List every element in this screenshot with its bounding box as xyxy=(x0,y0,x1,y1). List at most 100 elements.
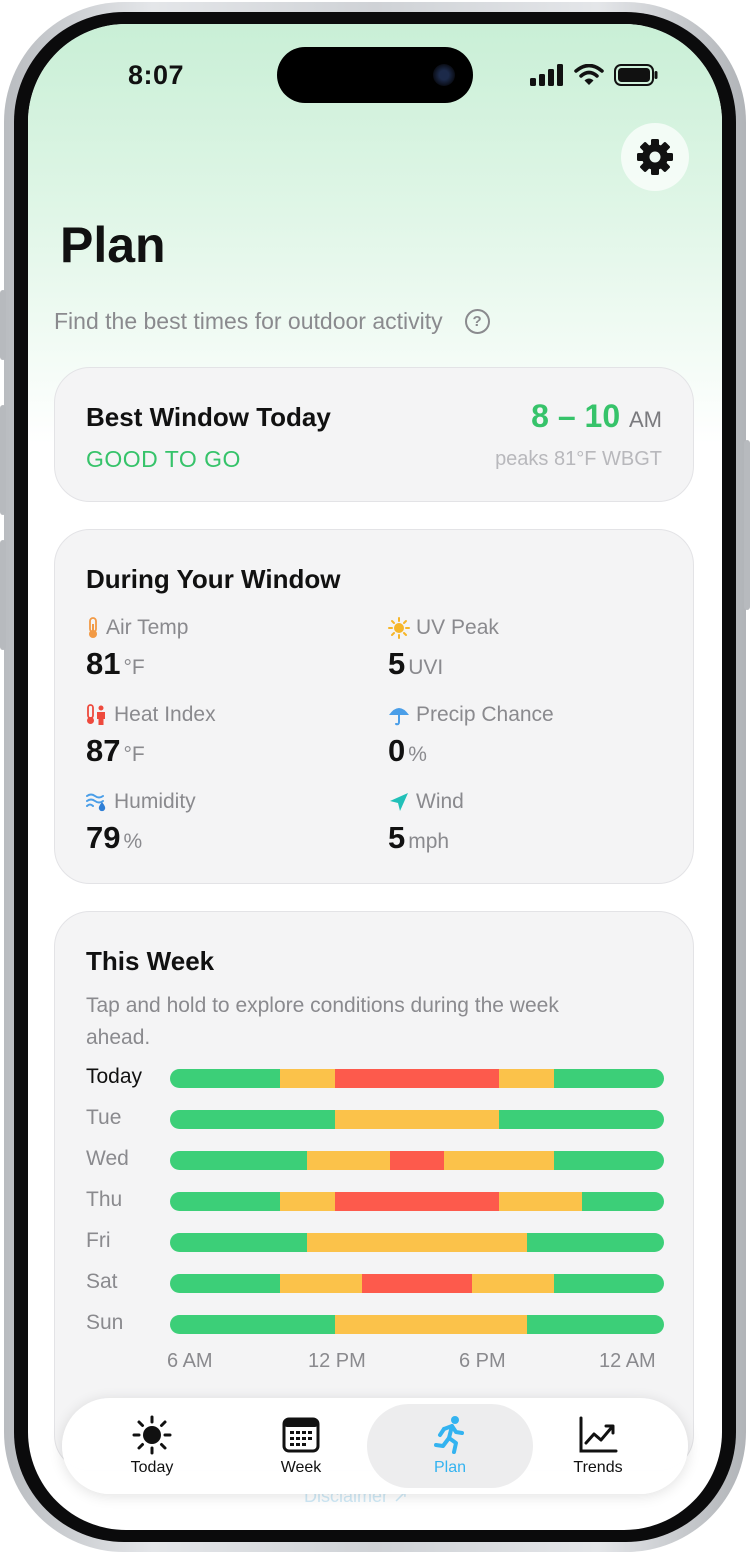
bar-segment-green xyxy=(170,1069,280,1088)
bar-segment-green xyxy=(554,1069,664,1088)
during-window-title: During Your Window xyxy=(86,564,341,594)
camera-icon xyxy=(433,64,455,86)
best-window-suffix: AM xyxy=(629,407,662,432)
tab-week[interactable]: Week xyxy=(226,1398,376,1494)
week-day-label: Thu xyxy=(86,1188,123,1211)
phone-side-button xyxy=(744,440,750,610)
bar-segment-green xyxy=(526,1233,664,1252)
week-day-bar[interactable] xyxy=(170,1192,664,1211)
bar-segment-green xyxy=(526,1315,664,1334)
metric-label: Humidity xyxy=(114,790,196,813)
week-day-row[interactable]: Sat xyxy=(86,1270,666,1296)
battery-icon xyxy=(614,64,658,86)
metric-humidity: Humidity 79% xyxy=(86,790,196,856)
bar-segment-green xyxy=(170,1315,335,1334)
metric-unit: °F xyxy=(123,743,145,766)
bar-segment-red xyxy=(362,1274,472,1293)
dynamic-island xyxy=(277,47,473,103)
tab-label: Plan xyxy=(433,1459,467,1476)
tab-label: Week xyxy=(280,1459,322,1476)
week-day-bar[interactable] xyxy=(170,1315,664,1334)
axis-label: 12 AM xyxy=(599,1350,656,1372)
week-day-bar[interactable] xyxy=(170,1069,664,1088)
bar-segment-yellow xyxy=(279,1192,335,1211)
week-day-row[interactable]: Fri xyxy=(86,1229,666,1255)
wind-icon xyxy=(390,793,408,811)
week-day-bar[interactable] xyxy=(170,1274,664,1293)
bar-segment-yellow xyxy=(499,1192,582,1211)
tab-trends[interactable]: Trends xyxy=(523,1398,673,1494)
week-day-label: Wed xyxy=(86,1147,129,1170)
week-day-bar[interactable] xyxy=(170,1233,664,1252)
metric-value: 0 xyxy=(388,733,406,768)
during-window-card: During Your Window Air Temp 81 °F UV Pea… xyxy=(54,529,694,884)
metric-label: UV Peak xyxy=(416,616,499,639)
page-title: Plan xyxy=(60,217,166,273)
axis-label: 12 PM xyxy=(308,1350,366,1372)
thermometer-icon xyxy=(89,617,97,638)
week-day-bar[interactable] xyxy=(170,1110,664,1129)
bar-segment-yellow xyxy=(279,1274,363,1293)
best-window-card[interactable]: Best Window Today GOOD TO GO 8 – 10 AM p… xyxy=(54,367,694,502)
tab-bar: Today Week Plan Trends xyxy=(62,1398,688,1494)
week-day-bar[interactable] xyxy=(170,1151,664,1170)
week-day-row[interactable]: Today xyxy=(86,1065,666,1091)
week-day-row[interactable]: Tue xyxy=(86,1106,666,1132)
metric-label: Air Temp xyxy=(106,616,189,639)
phone-side-button xyxy=(0,540,6,650)
metric-unit: UVI xyxy=(408,656,444,679)
question-circle-icon[interactable]: ? xyxy=(464,309,490,334)
week-day-row[interactable]: Sun xyxy=(86,1311,666,1337)
settings-button[interactable] xyxy=(621,123,689,191)
metric-value: 79 xyxy=(86,820,121,855)
bar-segment-green xyxy=(170,1110,335,1129)
metric-precip-chance: Precip Chance 0% xyxy=(388,703,554,769)
bar-segment-green xyxy=(170,1233,308,1252)
bar-segment-green xyxy=(170,1192,280,1211)
humidity-icon xyxy=(86,793,106,812)
status-time: 8:07 xyxy=(128,60,185,90)
bar-segment-green xyxy=(170,1274,280,1293)
status-icons xyxy=(530,64,658,86)
bar-segment-yellow xyxy=(471,1274,555,1293)
bar-segment-green xyxy=(499,1110,664,1129)
bar-segment-yellow xyxy=(307,1151,390,1170)
metric-unit: mph xyxy=(408,830,450,853)
week-day-row[interactable]: Thu xyxy=(86,1188,666,1214)
metric-value: 81 xyxy=(86,646,121,681)
this-week-card[interactable]: This Week Tap and hold to explore condit… xyxy=(54,911,694,1471)
metric-value: 87 xyxy=(86,733,121,768)
bar-segment-green xyxy=(170,1151,308,1170)
bar-segment-green xyxy=(554,1274,664,1293)
metric-value: 5 xyxy=(388,820,406,855)
this-week-title: This Week xyxy=(86,946,215,976)
bar-segment-yellow xyxy=(279,1069,335,1088)
tab-today[interactable]: Today xyxy=(77,1398,227,1494)
week-day-label: Tue xyxy=(86,1106,122,1129)
best-window-peaks: peaks 81°F WBGT xyxy=(495,448,662,470)
tab-label: Trends xyxy=(573,1459,623,1476)
runner-icon xyxy=(434,1416,464,1454)
bar-segment-red xyxy=(334,1069,500,1088)
umbrella-icon xyxy=(389,708,409,726)
metric-label: Heat Index xyxy=(114,703,216,726)
metric-unit: % xyxy=(408,743,427,766)
axis-label: 6 AM xyxy=(167,1350,213,1372)
sun-icon xyxy=(132,1415,172,1455)
sun-icon xyxy=(388,617,410,639)
metric-heat-index: Heat Index 87 °F xyxy=(86,703,216,769)
axis-label: 6 PM xyxy=(459,1350,506,1372)
metric-uv-peak: UV Peak 5 UVI xyxy=(388,616,499,682)
week-day-label: Fri xyxy=(86,1229,111,1252)
bar-segment-yellow xyxy=(307,1233,527,1252)
week-day-label: Sat xyxy=(86,1270,118,1293)
this-week-description: Tap and hold to explore conditions durin… xyxy=(86,994,559,1049)
subtitle-text: Find the best times for outdoor activity xyxy=(54,308,443,334)
bar-segment-red xyxy=(334,1192,500,1211)
tab-plan[interactable]: Plan xyxy=(367,1404,533,1488)
week-day-row[interactable]: Wed xyxy=(86,1147,666,1173)
bar-segment-red xyxy=(389,1151,445,1170)
metric-wind: Wind 5 mph xyxy=(388,790,464,856)
bar-segment-yellow xyxy=(499,1069,555,1088)
signal-icon xyxy=(530,64,563,86)
